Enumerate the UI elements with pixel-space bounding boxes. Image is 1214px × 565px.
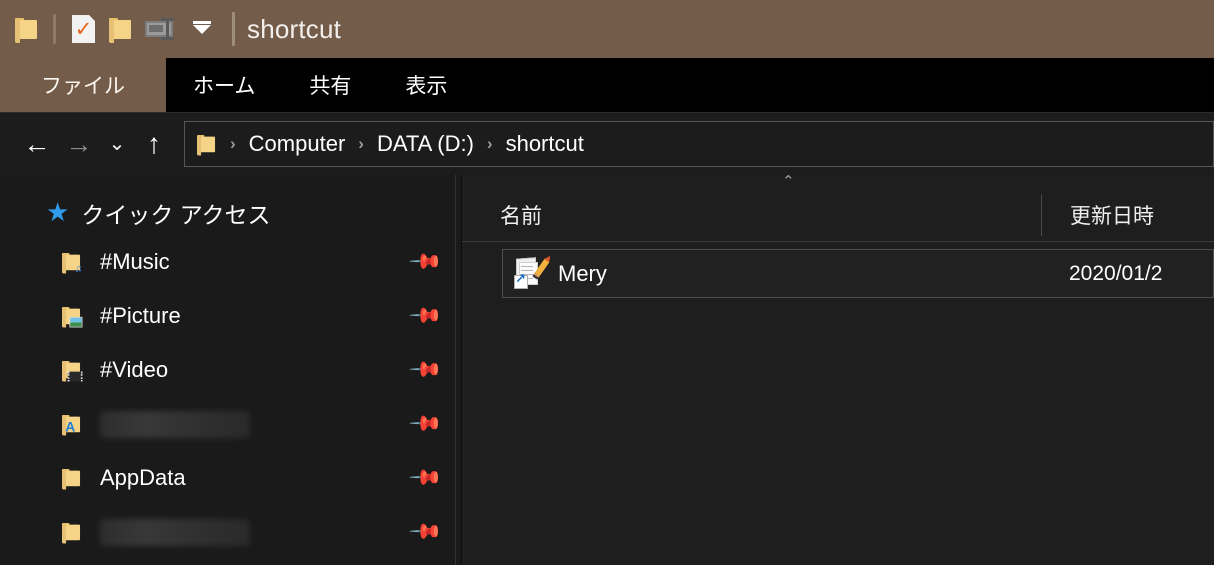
tab-file[interactable]: ファイル xyxy=(0,58,166,112)
folder-music-icon: ♫ xyxy=(62,250,86,274)
column-headers: 名前 更新日時 xyxy=(462,189,1214,242)
sidebar-item-quick-access[interactable]: ★ クイック アクセス xyxy=(0,191,455,235)
forward-button[interactable]: → xyxy=(58,123,100,165)
sidebar-item-video[interactable]: #Video 📌 xyxy=(0,343,455,397)
folder-icon xyxy=(109,17,131,43)
star-icon: ★ xyxy=(46,197,70,227)
title-bar: ✓ shortcut xyxy=(0,0,1214,58)
tab-home[interactable]: ホーム xyxy=(166,58,282,112)
properties-panel-button[interactable] xyxy=(138,9,186,49)
column-header-date[interactable]: 更新日時 xyxy=(1042,194,1214,236)
breadcrumb-item-data-d[interactable]: DATA (D:) xyxy=(375,131,476,157)
column-header-name[interactable]: 名前 xyxy=(462,194,1042,236)
redacted-label xyxy=(100,518,250,546)
folder-video-icon xyxy=(62,358,86,382)
file-name-cell: Mery xyxy=(503,257,1043,289)
toolbar-separator xyxy=(53,14,56,44)
breadcrumb[interactable]: › Computer › DATA (D:) › shortcut xyxy=(184,121,1214,167)
sidebar-item-label: #Video xyxy=(100,357,169,382)
recent-locations-button[interactable]: ⌄ xyxy=(100,123,134,165)
sidebar-item-picture[interactable]: #Picture 📌 xyxy=(0,289,455,343)
properties-icon xyxy=(145,18,179,40)
sidebar-item-label: AppData xyxy=(100,465,186,490)
pin-icon[interactable]: 📌 xyxy=(407,352,443,387)
tab-view[interactable]: 表示 xyxy=(378,58,474,112)
breadcrumb-separator: › xyxy=(230,134,236,153)
back-button[interactable]: ← xyxy=(16,123,58,165)
navigation-pane: ★ クイック アクセス ♫ #Music 📌 #Picture 📌 #Video… xyxy=(0,175,455,565)
table-row[interactable]: Mery 2020/01/2 xyxy=(502,249,1214,298)
sidebar-item-appdata[interactable]: AppData 📌 xyxy=(0,451,455,505)
window-title: shortcut xyxy=(247,13,342,44)
sidebar-item-label: #Picture xyxy=(100,303,181,328)
redacted-label xyxy=(100,410,250,438)
document-check-icon: ✓ xyxy=(72,15,95,43)
sidebar-item-redacted-2[interactable]: 📌 xyxy=(0,505,455,559)
pin-icon[interactable]: 📌 xyxy=(407,514,443,549)
breadcrumb-separator: › xyxy=(358,134,364,153)
text-editor-shortcut-icon xyxy=(514,257,550,289)
sidebar-item-label: #Music xyxy=(100,249,170,274)
quick-access-folder-button[interactable] xyxy=(8,9,44,49)
sort-ascending-icon: ⌃ xyxy=(782,173,795,190)
folder-picture-icon xyxy=(62,304,86,328)
up-button[interactable]: ↑ xyxy=(134,123,174,165)
pin-icon[interactable]: 📌 xyxy=(407,298,443,333)
pane-splitter[interactable] xyxy=(455,175,462,565)
folder-icon xyxy=(197,134,216,156)
sidebar-item-label: クイック アクセス xyxy=(81,202,271,228)
tab-share[interactable]: 共有 xyxy=(282,58,378,112)
folder-icon xyxy=(62,520,86,544)
pin-icon[interactable]: 📌 xyxy=(407,244,443,279)
folder-icon xyxy=(62,466,86,490)
folder-app-icon: A xyxy=(62,412,86,436)
explorer-body: ★ クイック アクセス ♫ #Music 📌 #Picture 📌 #Video… xyxy=(0,173,1214,565)
sort-indicator-bar: ⌃ xyxy=(462,173,1214,190)
file-explorer-window: ✓ shortcut ファイル ホーム 共有 表示 ← → ⌄ ↑ › Comp… xyxy=(0,0,1214,565)
caret-down-icon xyxy=(193,20,211,34)
file-list-pane: ⌃ 名前 更新日時 Mery xyxy=(462,173,1214,565)
folder-icon xyxy=(15,17,37,43)
breadcrumb-separator: › xyxy=(486,134,493,153)
file-date: 2020/01/2 xyxy=(1069,261,1163,285)
file-rows: Mery 2020/01/2 xyxy=(462,242,1214,298)
pin-icon[interactable]: 📌 xyxy=(407,460,443,495)
customize-quick-access-button[interactable] xyxy=(186,9,218,49)
breadcrumb-item-shortcut[interactable]: shortcut xyxy=(504,131,586,157)
address-bar: ← → ⌄ ↑ › Computer › DATA (D:) › shortcu… xyxy=(0,113,1214,175)
sidebar-item-redacted-1[interactable]: A 📌 xyxy=(0,397,455,451)
pin-icon[interactable]: 📌 xyxy=(407,406,443,441)
new-folder-button[interactable] xyxy=(102,9,138,49)
properties-button[interactable]: ✓ xyxy=(65,9,102,49)
ribbon-tabs: ファイル ホーム 共有 表示 xyxy=(0,58,1214,113)
title-separator xyxy=(232,12,235,46)
sidebar-item-music[interactable]: ♫ #Music 📌 xyxy=(0,235,455,289)
breadcrumb-item-computer[interactable]: Computer xyxy=(247,131,348,157)
file-name: Mery xyxy=(558,260,607,286)
